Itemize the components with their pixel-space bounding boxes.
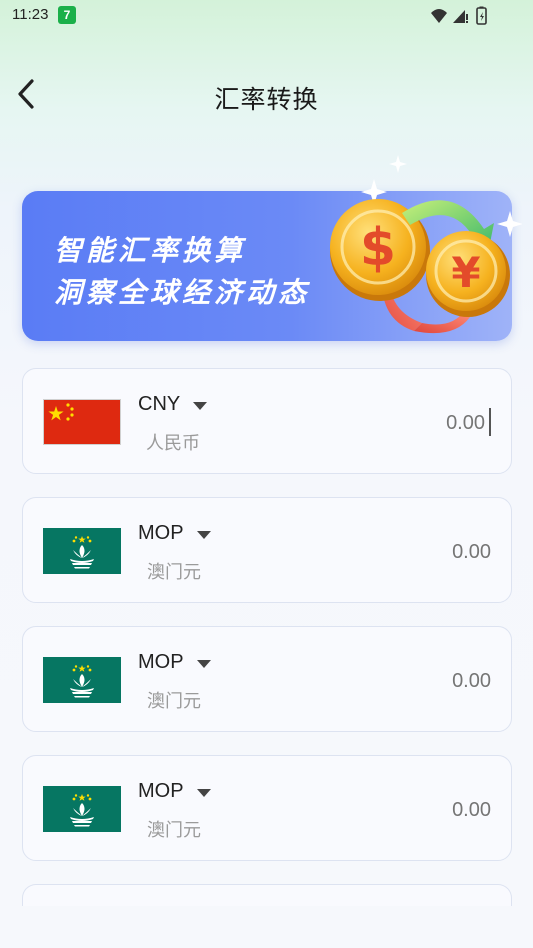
banner-subline: 洞察全球经济动态 xyxy=(54,276,311,309)
status-icons xyxy=(431,6,487,25)
currency-name: 澳门元 xyxy=(147,820,201,841)
currency-card-mop-1[interactable]: MOP 澳门元 xyxy=(22,497,512,603)
amount-input[interactable] xyxy=(371,667,491,695)
page-title: 汇率转换 xyxy=(214,85,319,114)
svg-text:$: $ xyxy=(360,218,396,278)
currency-code[interactable]: MOP xyxy=(138,522,184,545)
battery-icon xyxy=(476,6,487,25)
currency-code[interactable]: MOP xyxy=(138,780,184,803)
currency-name: 人民币 xyxy=(146,433,200,454)
amount-input[interactable] xyxy=(365,409,485,437)
caret-down-icon[interactable] xyxy=(197,531,211,540)
currency-code[interactable]: CNY xyxy=(138,393,180,416)
currency-card-mop-2[interactable]: MOP 澳门元 xyxy=(22,626,512,732)
caret-down-icon[interactable] xyxy=(193,402,207,411)
promo-banner: 智能汇率换算 洞察全球经济动态 $ ¥ xyxy=(22,155,522,341)
currency-exchange-illustration: $ ¥ xyxy=(330,155,522,334)
signal-icon xyxy=(453,10,468,23)
banner-headline: 智能汇率换算 xyxy=(54,234,247,267)
currency-card-cny[interactable]: CNY 人民币 xyxy=(22,368,512,474)
caret-down-icon[interactable] xyxy=(197,660,211,669)
china-flag-icon xyxy=(43,399,121,445)
currency-card-partial[interactable] xyxy=(22,884,512,906)
amount-input[interactable] xyxy=(371,538,491,566)
status-time: 11:23 xyxy=(12,6,49,23)
notification-badge: 7 xyxy=(58,6,76,24)
macau-flag-icon xyxy=(43,786,121,832)
currency-card-mop-3[interactable]: MOP 澳门元 xyxy=(22,755,512,861)
wifi-icon xyxy=(431,9,447,23)
macau-flag-icon xyxy=(43,528,121,574)
nav-bar: 汇率转换 xyxy=(0,62,533,126)
svg-text:¥: ¥ xyxy=(451,248,480,297)
text-cursor xyxy=(489,408,491,436)
macau-flag-icon xyxy=(43,657,121,703)
currency-code[interactable]: MOP xyxy=(138,651,184,674)
yuan-coin-icon: ¥ xyxy=(426,231,510,317)
amount-input[interactable] xyxy=(371,796,491,824)
currency-name: 澳门元 xyxy=(147,562,201,583)
status-bar: 11:23 7 xyxy=(0,0,533,32)
currency-name: 澳门元 xyxy=(147,691,201,712)
caret-down-icon[interactable] xyxy=(197,789,211,798)
